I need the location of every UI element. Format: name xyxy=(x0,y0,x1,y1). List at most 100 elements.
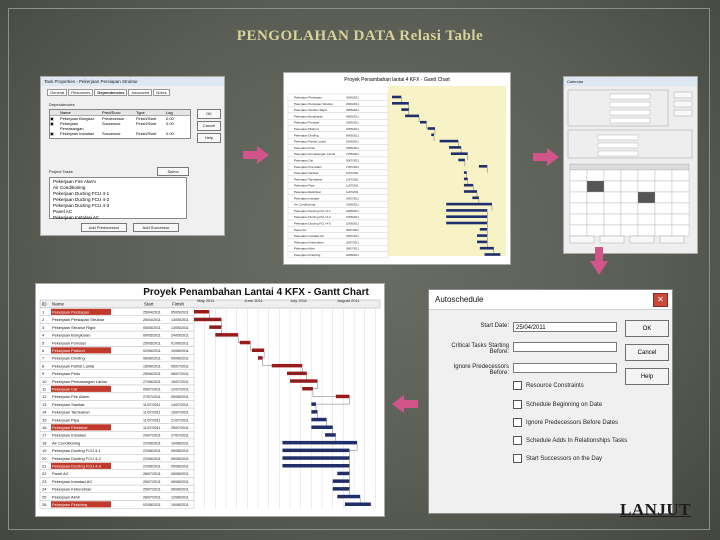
checkbox-resource-constraints[interactable]: Resource Constraints xyxy=(513,381,584,390)
gantt-chart-screenshot: Proyek Penambahan Lantai 4 KFX - Gantt C… xyxy=(35,283,385,517)
next-link[interactable]: LANJUT xyxy=(620,500,691,520)
row-finish: 27/07/2011 xyxy=(171,434,189,438)
tab-general[interactable]: General xyxy=(47,89,68,96)
list-item[interactable]: Pekerjaan Instalasi AC xyxy=(53,215,183,221)
checkbox-label: Schedule Beginning on Date xyxy=(526,402,603,409)
autoschedule-title: Autoschedule xyxy=(435,295,484,304)
checkbox-ignore-predecessors[interactable]: Ignore Predecessors Before Dates xyxy=(513,418,618,427)
timeline-background xyxy=(388,86,506,256)
row-finish: 10/08/2011 xyxy=(171,441,189,445)
row-finish: 05/08/2011 xyxy=(171,457,189,461)
row-name: Pekerjaan Pintu xyxy=(294,146,316,150)
dep-name: Pekerjaan Pemasangan xyxy=(60,121,84,131)
column-header: Name xyxy=(52,302,65,307)
critical-tasks-label: Critical Tasks Starting Before: xyxy=(451,343,509,355)
dep-type: Finish/Start xyxy=(136,121,157,126)
calendar-cell xyxy=(654,169,673,182)
tab-dependencies[interactable]: Dependencies xyxy=(94,89,128,96)
close-icon[interactable]: ✕ xyxy=(653,293,668,307)
row-name: Pekerjaan Ducting FCU 4-1 xyxy=(52,448,102,453)
checkbox-box[interactable] xyxy=(513,381,522,390)
add-successor-button[interactable]: Add Successor xyxy=(133,223,179,232)
add-predecessor-button[interactable]: Add Predecessor xyxy=(81,223,127,232)
row-name: Pekerjaan Instalasi xyxy=(52,433,86,438)
start-date-field[interactable]: 25/04/2011 xyxy=(513,322,617,332)
tab-notes[interactable]: Notes xyxy=(153,89,170,96)
calendar-cell xyxy=(586,191,605,204)
dependency-row[interactable]: ▣ Pekerjaan Instalasi Successor Finish/S… xyxy=(50,131,190,136)
dropdown xyxy=(609,109,651,116)
mini-gantt-title: Proyek Penambahan lantai 4 KFX - Gantt C… xyxy=(344,77,450,83)
row-name: Pekerjaan Pondasi xyxy=(294,121,320,125)
row-start: 25/07/2011 xyxy=(346,240,359,244)
row-name: Pekerjaan Pondasi xyxy=(52,340,86,345)
row-id: 12 xyxy=(42,394,47,399)
checkbox-schedule-beginning[interactable]: Schedule Beginning on Date xyxy=(513,400,602,409)
calendar-cell xyxy=(586,213,605,226)
calendar-cell xyxy=(603,180,622,193)
gantt-bar xyxy=(450,152,468,155)
row-name: Pekerjaan Instalasi AC xyxy=(52,479,92,484)
autoschedule-dialog: Autoschedule ✕ Start Date: 25/04/2011 Cr… xyxy=(428,289,673,514)
gantt-bar xyxy=(446,215,488,218)
row-id: 15 xyxy=(42,417,47,422)
dependency-line xyxy=(311,398,350,405)
cancel-button[interactable]: Cancel xyxy=(625,344,669,361)
calendar-cell xyxy=(586,202,605,215)
calendar-cell xyxy=(569,213,588,226)
row-start: 15/06/2011 xyxy=(143,364,161,368)
row-start: 02/08/2011 xyxy=(143,503,161,507)
calendar-cell xyxy=(569,202,588,215)
checkbox-box[interactable] xyxy=(513,436,522,445)
row-start: 28/07/2011 xyxy=(346,247,359,251)
row-start: 22/06/2011 xyxy=(346,209,359,213)
checkbox-start-successors[interactable]: Start Successors on the Day xyxy=(513,454,602,463)
row-name: Pekerjaan Persiapan Struktur xyxy=(52,317,105,322)
checkbox-box[interactable] xyxy=(513,418,522,427)
ok-button[interactable]: OK xyxy=(197,109,221,119)
checkbox-schedule-adds[interactable]: Schedule Adds In Relationships Tasks xyxy=(513,436,627,445)
button xyxy=(629,235,655,244)
project-tasks-label: Project Tasks xyxy=(49,169,73,174)
row-start: 28/07/2011 xyxy=(143,472,161,476)
row-finish: 14/07/2011 xyxy=(171,403,189,407)
tab-advanced[interactable]: Advanced xyxy=(128,89,153,96)
row-id: 21 xyxy=(42,464,47,469)
col-type: Type xyxy=(136,110,145,115)
cancel-button[interactable]: Cancel xyxy=(197,121,221,131)
row-finish: 12/07/2011 xyxy=(171,388,189,392)
row-start: 25/04/2011 xyxy=(346,96,359,100)
row-start: 06/06/2011 xyxy=(346,133,359,137)
help-button[interactable]: Help xyxy=(625,368,669,385)
row-name: Pekerjaan Akhir xyxy=(294,247,315,251)
row-id: 24 xyxy=(42,487,47,492)
gantt-bar xyxy=(251,348,265,352)
calendar-cell xyxy=(620,213,639,226)
gantt-bar xyxy=(271,363,303,368)
ok-button[interactable]: OK xyxy=(625,320,669,337)
task-properties-screenshot: Task Properties - Pekerjaan Persiapan St… xyxy=(40,76,225,236)
row-start: 25/06/2011 xyxy=(346,146,359,150)
row-start: 02/06/2011 xyxy=(143,349,161,353)
row-name: Pekerjaan Bongkaran xyxy=(52,333,90,338)
gantt-bar xyxy=(392,102,409,105)
help-button[interactable]: Help xyxy=(197,133,221,143)
row-finish: 10/06/2011 xyxy=(171,349,189,353)
critical-tasks-field[interactable] xyxy=(513,342,617,352)
row-start: 22/06/2011 xyxy=(143,465,161,469)
task-dialog-title: Task Properties - Pekerjaan Persiapan St… xyxy=(41,77,224,86)
tab-resources[interactable]: Resources xyxy=(68,89,94,96)
checkbox-box[interactable] xyxy=(513,400,522,409)
row-finish: 05/05/2011 xyxy=(171,311,189,315)
select-button[interactable]: Select xyxy=(157,167,189,176)
row-start: 11/07/2011 xyxy=(346,184,359,188)
ignore-predecessors-field[interactable] xyxy=(513,363,617,373)
checkbox-label: Resource Constraints xyxy=(526,383,584,390)
checkbox-box[interactable] xyxy=(513,454,522,463)
dependency-row[interactable]: ▣ Pekerjaan Pemasangan Successor Finish/… xyxy=(50,121,190,131)
row-finish: 08/07/2011 xyxy=(171,372,189,376)
calendar-cell xyxy=(620,180,639,193)
calendar-cell xyxy=(586,180,605,193)
row-start: 22/06/2011 xyxy=(143,449,161,453)
dep-lag: 0.00 xyxy=(166,131,174,136)
